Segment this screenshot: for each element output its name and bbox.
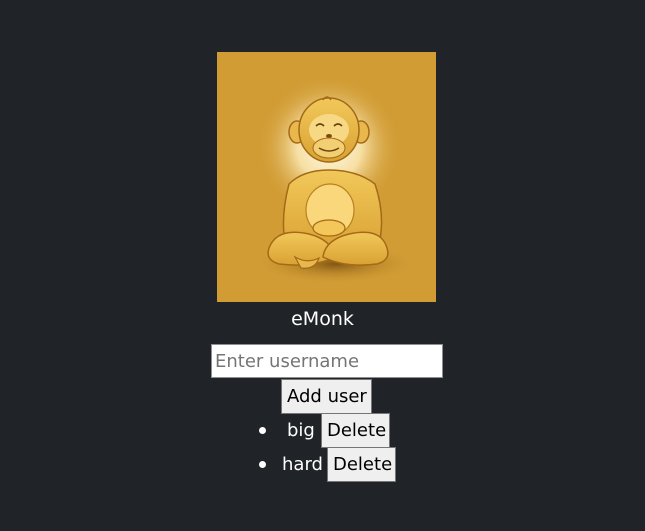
- list-item: big Delete: [0, 413, 645, 448]
- meditating-monkey-icon: [217, 52, 436, 302]
- add-user-button[interactable]: Add user: [281, 379, 372, 414]
- bullet-icon: [259, 427, 266, 434]
- username-input[interactable]: [211, 344, 443, 378]
- user-name: hard: [282, 454, 323, 475]
- app-container: eMonk Add user big Delete hard Delete: [0, 0, 645, 531]
- delete-button[interactable]: Delete: [321, 413, 390, 448]
- bullet-icon: [259, 461, 266, 468]
- delete-button[interactable]: Delete: [327, 447, 396, 482]
- app-title: eMonk: [291, 308, 354, 330]
- list-item: hard Delete: [0, 447, 645, 482]
- user-name: big: [287, 420, 315, 441]
